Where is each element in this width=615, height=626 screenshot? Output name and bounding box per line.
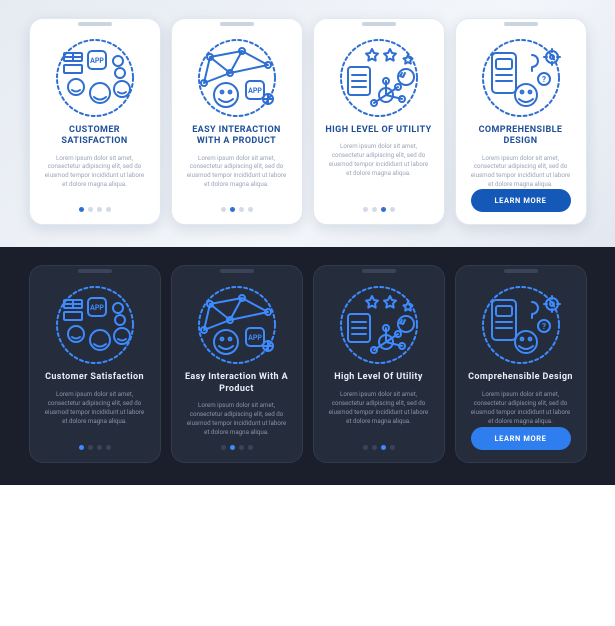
dot[interactable] (97, 207, 102, 212)
easy-interaction-icon: APP (182, 284, 292, 366)
phone-dark-1: APP Customer Satisfaction Lorem ipsum do… (29, 265, 161, 462)
slide-title: COMPREHENSIBLE DESIGN (462, 125, 580, 148)
high-utility-icon (324, 284, 434, 366)
phone-notch (504, 269, 538, 273)
phone-notch (220, 22, 254, 26)
slide-title: High Level Of Utility (330, 372, 427, 383)
dot[interactable] (239, 207, 244, 212)
comprehensible-design-icon: ? (466, 284, 576, 366)
learn-more-button[interactable]: LEARN MORE (471, 189, 571, 212)
slide-title: Easy Interaction With A Product (178, 372, 296, 395)
phone-dark-2: APP Easy Interaction With A Product Lore… (171, 265, 303, 462)
dot[interactable] (390, 207, 395, 212)
slide-desc: Lorem ipsum dolor sit amet, consectetur … (178, 154, 296, 190)
dot[interactable] (221, 445, 226, 450)
page-dots (363, 437, 395, 452)
dot[interactable] (363, 445, 368, 450)
light-row: APP CUSTOMER SATISFACTION Lorem ipsum do… (0, 0, 615, 247)
easy-interaction-icon: APP (182, 37, 292, 119)
customer-satisfaction-icon: APP (40, 284, 150, 366)
dot[interactable] (97, 445, 102, 450)
dot[interactable] (221, 207, 226, 212)
dot[interactable] (248, 207, 253, 212)
learn-more-button[interactable]: LEARN MORE (471, 427, 571, 450)
svg-text:?: ? (542, 322, 546, 331)
phone-notch (220, 269, 254, 273)
page-dots (363, 199, 395, 214)
slide-desc: Lorem ipsum dolor sit amet, consectetur … (178, 401, 296, 437)
slide-title: HIGH LEVEL OF UTILITY (321, 125, 435, 136)
svg-text:APP: APP (248, 87, 262, 95)
dot[interactable] (106, 207, 111, 212)
svg-text:?: ? (542, 75, 546, 84)
dot[interactable] (372, 207, 377, 212)
high-utility-icon (324, 37, 434, 119)
page-dots (79, 437, 111, 452)
dot[interactable] (248, 445, 253, 450)
dot[interactable] (79, 445, 84, 450)
dot[interactable] (230, 445, 235, 450)
comprehensible-design-icon: ? (466, 37, 576, 119)
slide-title: EASY INTERACTION WITH A PRODUCT (178, 125, 296, 148)
slide-title: CUSTOMER SATISFACTION (36, 125, 154, 148)
dot[interactable] (381, 445, 386, 450)
page-dots (79, 199, 111, 214)
page-dots (221, 199, 253, 214)
customer-satisfaction-icon: APP (40, 37, 150, 119)
slide-title: Comprehensible Design (464, 372, 577, 383)
dot[interactable] (363, 207, 368, 212)
slide-desc: Lorem ipsum dolor sit amet, consectetur … (462, 154, 580, 190)
phone-light-1: APP CUSTOMER SATISFACTION Lorem ipsum do… (29, 18, 161, 225)
svg-text:APP: APP (90, 304, 104, 312)
page-dots (221, 437, 253, 452)
phone-dark-3: High Level Of Utility Lorem ipsum dolor … (313, 265, 445, 462)
svg-text:APP: APP (90, 57, 104, 65)
svg-text:APP: APP (248, 334, 262, 342)
phone-dark-4: ? Comprehensible Design Lorem ipsum dolo… (455, 265, 587, 462)
slide-desc: Lorem ipsum dolor sit amet, consectetur … (320, 390, 438, 426)
dot[interactable] (106, 445, 111, 450)
dot[interactable] (230, 207, 235, 212)
slide-desc: Lorem ipsum dolor sit amet, consectetur … (36, 154, 154, 190)
phone-notch (78, 269, 112, 273)
dot[interactable] (88, 445, 93, 450)
dark-row: APP Customer Satisfaction Lorem ipsum do… (0, 247, 615, 484)
phone-notch (78, 22, 112, 26)
dot[interactable] (239, 445, 244, 450)
phone-notch (362, 22, 396, 26)
phone-light-2: APP EASY INTERACTION WITH A PRODUCT Lore… (171, 18, 303, 225)
slide-desc: Lorem ipsum dolor sit amet, consectetur … (320, 142, 438, 178)
slide-desc: Lorem ipsum dolor sit amet, consectetur … (462, 390, 580, 426)
phone-light-4: ? COMPREHENSIBLE DESIGN Lorem ipsum dolo… (455, 18, 587, 225)
dot[interactable] (88, 207, 93, 212)
slide-desc: Lorem ipsum dolor sit amet, consectetur … (36, 390, 154, 426)
dot[interactable] (372, 445, 377, 450)
dot[interactable] (381, 207, 386, 212)
phone-light-3: HIGH LEVEL OF UTILITY Lorem ipsum dolor … (313, 18, 445, 225)
dot[interactable] (79, 207, 84, 212)
slide-title: Customer Satisfaction (41, 372, 148, 383)
phone-notch (362, 269, 396, 273)
dot[interactable] (390, 445, 395, 450)
phone-notch (504, 22, 538, 26)
